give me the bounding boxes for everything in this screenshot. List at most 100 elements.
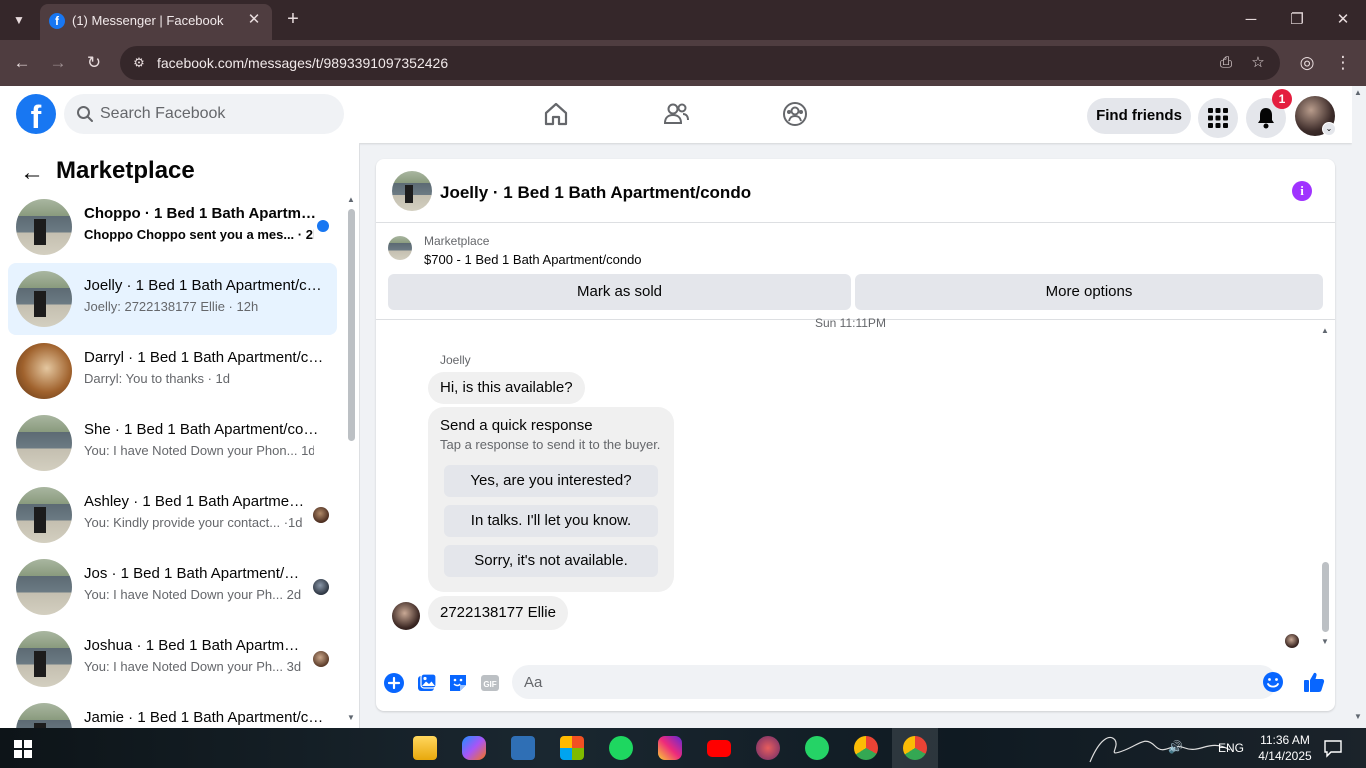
browser-menu-icon[interactable]: ⋮ (1330, 50, 1356, 76)
photo-icon[interactable] (416, 672, 438, 694)
tab-search-menu-icon[interactable]: ▼ (8, 9, 30, 31)
search-input[interactable] (100, 104, 330, 124)
conversation-preview: Darryl: You to thanks · 1d (84, 371, 230, 386)
scroll-down-icon[interactable]: ▼ (1320, 637, 1330, 647)
chrome-icon[interactable] (854, 736, 878, 760)
browser-tab-messenger[interactable]: f (1) Messenger | Facebook ✕ (40, 4, 272, 40)
browser-toolbar: ← → ↻ ⚙ facebook.com/messages/t/98933910… (0, 40, 1366, 86)
seen-avatar (313, 579, 329, 595)
browser-tab-bar: ▼ f (1) Messenger | Facebook ✕ + ─ ❐ ✕ (0, 0, 1366, 40)
mark-as-sold-button[interactable]: Mark as sold (388, 274, 851, 310)
scroll-down-icon[interactable]: ▼ (346, 713, 356, 723)
quick-response-option[interactable]: In talks. I'll let you know. (444, 505, 658, 537)
friends-icon[interactable] (662, 100, 690, 128)
back-icon[interactable]: ← (9, 50, 35, 76)
restore-icon[interactable]: ❐ (1281, 6, 1313, 34)
volume-icon[interactable]: 🔊 (1168, 740, 1183, 754)
listing-price-title[interactable]: $700 - 1 Bed 1 Bath Apartment/condo (424, 252, 642, 267)
reload-icon[interactable]: ↻ (81, 50, 107, 76)
app-icon[interactable] (511, 736, 535, 760)
sender-avatar[interactable] (392, 602, 420, 630)
notification-center-icon[interactable] (1323, 738, 1343, 758)
quick-response-card: Send a quick response Tap a response to … (428, 407, 674, 592)
notification-badge: 1 (1272, 89, 1292, 109)
search-bar[interactable] (64, 94, 344, 134)
listing-thumbnail (16, 271, 72, 327)
language-indicator[interactable]: ENG (1218, 741, 1244, 755)
conversation-preview: You: Kindly provide your contact... ·1d (84, 515, 303, 530)
install-app-icon[interactable]: ⎙ (1216, 54, 1236, 72)
plus-circle-icon[interactable] (383, 672, 405, 694)
sticker-icon[interactable] (447, 672, 469, 694)
conversation-name: Jamie · 1 Bed 1 Bath Apartment/condo (84, 709, 324, 726)
address-bar[interactable]: ⚙ facebook.com/messages/t/98933910973524… (120, 46, 1280, 80)
windows-start-icon[interactable] (14, 740, 32, 758)
menu-button[interactable] (1198, 98, 1238, 138)
conversation-item[interactable]: She · 1 Bed 1 Bath Apartment/condo You: … (8, 407, 337, 479)
chat-header: Joelly · 1 Bed 1 Bath Apartment/condo i (376, 159, 1335, 223)
chat-title[interactable]: Joelly · 1 Bed 1 Bath Apartment/condo (440, 183, 751, 203)
scrollbar-thumb[interactable] (348, 209, 355, 441)
scroll-up-icon[interactable]: ▲ (1354, 88, 1362, 97)
facebook-logo[interactable]: f (16, 94, 56, 135)
page-scrollbar[interactable]: ▲ ▼ (1352, 86, 1366, 728)
bookmark-star-icon[interactable]: ☆ (1248, 54, 1268, 72)
conversation-item-active[interactable]: Joelly · 1 Bed 1 Bath Apartment/condo Jo… (8, 263, 337, 335)
chrome-profile-icon[interactable] (903, 736, 927, 760)
spotify-icon[interactable] (609, 736, 633, 760)
scrollbar-thumb[interactable] (1322, 562, 1329, 632)
scroll-up-icon[interactable]: ▲ (346, 195, 356, 205)
conversation-item[interactable]: Jamie · 1 Bed 1 Bath Apartment/condo (8, 695, 337, 728)
app-icon[interactable] (756, 736, 780, 760)
quick-response-title: Send a quick response (440, 417, 593, 434)
home-icon[interactable] (542, 100, 570, 128)
tab-close-icon[interactable]: ✕ (244, 10, 264, 30)
message-input[interactable] (524, 673, 1224, 691)
listing-thumbnail (16, 415, 72, 471)
profile-icon[interactable]: ◎ (1294, 50, 1320, 76)
chevron-down-icon[interactable]: ⌄ (1322, 122, 1336, 136)
conversation-name: Joshua · 1 Bed 1 Bath Apartment/condo (84, 637, 306, 654)
listing-label: Marketplace (424, 234, 490, 248)
message-input-field[interactable] (512, 665, 1283, 699)
thumbs-up-icon[interactable] (1302, 670, 1326, 694)
message-composer: GIF (376, 659, 1335, 711)
conversation-item[interactable]: Darryl · 1 Bed 1 Bath Apartment/condo Da… (8, 335, 337, 407)
forward-icon[interactable]: → (45, 50, 71, 76)
conversation-name: Choppo · 1 Bed 1 Bath Apartment/condo (84, 205, 324, 222)
more-options-button[interactable]: More options (855, 274, 1323, 310)
whatsapp-icon[interactable] (805, 736, 829, 760)
conversation-item[interactable]: Ashley · 1 Bed 1 Bath Apartment/condo Yo… (8, 479, 337, 551)
gif-icon[interactable]: GIF (479, 672, 501, 694)
emoji-icon[interactable] (1262, 671, 1284, 693)
quick-response-option[interactable]: Yes, are you interested? (444, 465, 658, 497)
clock[interactable]: 11:36 AM 4/14/2025 (1252, 732, 1318, 764)
conversation-preview: You: I have Noted Down your Phon... 1d (84, 443, 314, 458)
microsoft-store-icon[interactable] (560, 736, 584, 760)
file-explorer-icon[interactable] (413, 736, 437, 760)
minimize-icon[interactable]: ─ (1235, 6, 1267, 34)
window-close-icon[interactable]: ✕ (1327, 6, 1359, 34)
chat-listing-thumbnail[interactable] (392, 171, 432, 211)
conversation-item[interactable]: Joshua · 1 Bed 1 Bath Apartment/condo Yo… (8, 623, 337, 695)
scroll-down-icon[interactable]: ▼ (1354, 712, 1362, 721)
info-icon[interactable]: i (1292, 181, 1312, 201)
back-arrow-icon[interactable]: ← (18, 159, 46, 187)
chat-scrollbar[interactable]: ▲ ▼ (1319, 324, 1331, 649)
site-settings-icon[interactable]: ⚙ (130, 54, 148, 72)
listing-thumbnail (388, 236, 412, 260)
groups-icon[interactable] (781, 100, 809, 128)
instagram-icon[interactable] (658, 736, 682, 760)
conversation-list-scrollbar[interactable]: ▲ ▼ (346, 191, 356, 723)
find-friends-button[interactable]: Find friends (1087, 98, 1191, 134)
conversation-item[interactable]: Choppo · 1 Bed 1 Bath Apartment/condo Ch… (8, 191, 337, 263)
grid-menu-icon (1208, 108, 1228, 128)
quick-response-option[interactable]: Sorry, it's not available. (444, 545, 658, 577)
message-bubble: 2722138177 Ellie (428, 596, 568, 630)
youtube-icon[interactable] (707, 740, 731, 757)
conversation-item[interactable]: Jos · 1 Bed 1 Bath Apartment/condo You: … (8, 551, 337, 623)
scroll-up-icon[interactable]: ▲ (1320, 326, 1330, 336)
copilot-icon[interactable] (462, 736, 486, 760)
listing-panel: Marketplace $700 - 1 Bed 1 Bath Apartmen… (376, 224, 1335, 320)
new-tab-icon[interactable]: + (282, 8, 304, 30)
